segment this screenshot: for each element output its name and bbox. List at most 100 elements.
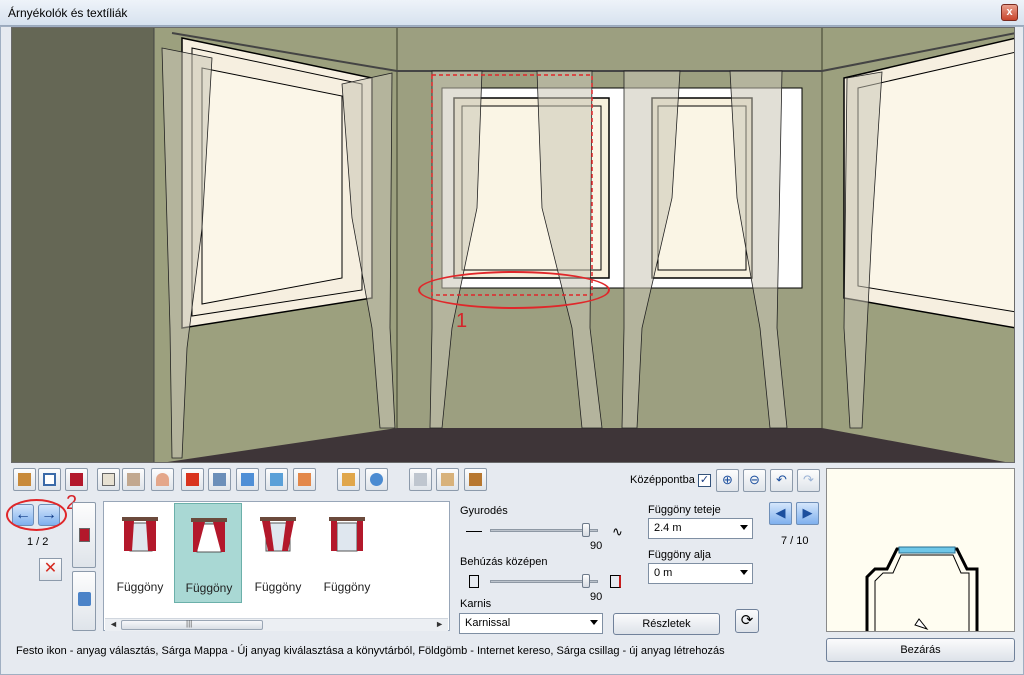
blind-type-button[interactable]: [97, 468, 120, 491]
paint-bucket-button[interactable]: [72, 571, 96, 631]
copy-button[interactable]: [409, 468, 432, 491]
globe-icon: [370, 473, 383, 486]
annotation-ellipse-1: [418, 271, 610, 309]
room-scene: [12, 28, 1014, 462]
material-library-button[interactable]: [337, 468, 360, 491]
arrow-left-icon: ◀: [775, 505, 786, 520]
curtain-type-button[interactable]: [65, 468, 88, 491]
center-checkbox[interactable]: ✓: [698, 474, 711, 487]
picture-icon: [213, 473, 226, 486]
door-icon: [18, 473, 31, 486]
refresh-button[interactable]: ⟳: [735, 609, 759, 633]
behuzas-slider-thumb[interactable]: [582, 574, 590, 588]
scroll-right-arrow[interactable]: ►: [435, 619, 444, 629]
window-icon: [43, 473, 56, 486]
curtain-top-select[interactable]: 2.4 m: [648, 518, 753, 539]
status-hint: Festo ikon - anyag választás, Sárga Mapp…: [16, 645, 725, 657]
behuzas-value: 90: [590, 591, 603, 603]
tieback-icon: [610, 575, 621, 588]
scroll-thumb-grip: |||: [186, 619, 193, 628]
curtain-top-label: Függöny teteje: [648, 504, 721, 516]
shutter-icon: [127, 473, 140, 486]
door-exit-icon: [469, 473, 482, 486]
title-bar: Árnyékolók és textíliák x: [0, 0, 1024, 26]
window-type-button[interactable]: [38, 468, 61, 491]
prev-object-button[interactable]: ◀: [769, 502, 792, 525]
carpet-type-button[interactable]: [236, 468, 259, 491]
window-close-button[interactable]: x: [1001, 4, 1018, 21]
curtain-edit-icon: [79, 528, 90, 542]
curtain-top-value: 2.4 m: [654, 522, 682, 534]
close-button[interactable]: Bezárás: [826, 638, 1015, 662]
folder-icon: [342, 473, 355, 486]
gallery-scrollbar[interactable]: ◄ ||| ►: [105, 618, 448, 631]
karnis-label: Karnis: [460, 598, 492, 610]
redo-icon: ↷: [803, 472, 814, 487]
scroll-left-arrow[interactable]: ◄: [109, 619, 118, 629]
carpet-icon: [241, 473, 254, 486]
lamp-type-button[interactable]: [151, 468, 174, 491]
paste-icon: [441, 473, 454, 486]
window-title: Árnyékolók és textíliák: [8, 6, 128, 20]
cloth-icon: [298, 473, 311, 486]
karnis-select-value: Karnissal: [465, 617, 511, 629]
curtain-gallery: Függöny Függöny Függöny Függöny ◄ ||| ►: [103, 501, 450, 631]
curtain-thumbnail-icon: [329, 517, 365, 552]
cloth-type-button[interactable]: [293, 468, 316, 491]
gallery-item[interactable]: Függöny: [106, 503, 174, 603]
zoom-out-button[interactable]: ⊖: [743, 469, 766, 492]
curtain-thumbnail-icon: [260, 517, 296, 552]
gyurodes-value: 90: [590, 540, 603, 552]
flat-line-icon: [466, 531, 482, 532]
scroll-thumb[interactable]: |||: [121, 619, 263, 630]
gallery-item[interactable]: Függöny: [244, 503, 312, 603]
gallery-item-label: Függöny: [185, 581, 233, 595]
lamp-icon: [156, 473, 169, 486]
annotation-ellipse-2: [6, 499, 67, 531]
chevron-down-icon: [590, 620, 598, 625]
wave-icon: ∿: [612, 524, 623, 539]
gallery-item-label: Függöny: [323, 580, 371, 594]
left-page-counter: 1 / 2: [27, 536, 49, 548]
behuzas-label: Behúzás középen: [460, 556, 548, 568]
curtain-bottom-label: Függöny alja: [648, 549, 711, 561]
chevron-down-icon: [740, 570, 748, 575]
lampshade-type-button[interactable]: [181, 468, 204, 491]
floor-plan-minimap[interactable]: [826, 468, 1015, 632]
delete-button[interactable]: ✕: [39, 558, 62, 581]
lampshade-icon: [186, 473, 199, 486]
curtain-thumbnail-icon: [191, 518, 227, 553]
gyurodes-slider-thumb[interactable]: [582, 523, 590, 537]
floor-plan: [865, 546, 979, 631]
internet-material-button[interactable]: [365, 468, 388, 491]
shutter-type-button[interactable]: [122, 468, 145, 491]
next-object-button[interactable]: ▶: [796, 502, 819, 525]
curtain-icon: [70, 473, 83, 486]
undo-view-button[interactable]: ↶: [770, 469, 793, 492]
arrow-right-icon: ▶: [802, 505, 813, 520]
refresh-icon: ⟳: [740, 612, 754, 629]
zoom-in-button[interactable]: ⊕: [716, 469, 739, 492]
undo-icon: ↶: [776, 472, 787, 487]
door-type-button[interactable]: [13, 468, 36, 491]
paste-button[interactable]: [436, 468, 459, 491]
object-counter: 7 / 10: [781, 535, 809, 547]
gallery-item-label: Függöny: [116, 580, 164, 594]
edit-curtain-button[interactable]: [72, 502, 96, 568]
curtain-thumbnail-icon: [122, 517, 158, 552]
center-label: Középpontba: [630, 474, 695, 486]
curtain-bottom-select[interactable]: 0 m: [648, 563, 753, 584]
gyurodes-label: Gyurodés: [460, 505, 508, 517]
picture-type-button[interactable]: [208, 468, 231, 491]
gallery-item-selected[interactable]: Függöny: [174, 503, 242, 603]
gallery-item[interactable]: Függöny: [313, 503, 381, 603]
rug-type-button[interactable]: [265, 468, 288, 491]
exit-room-button[interactable]: [464, 468, 487, 491]
rug-icon: [270, 473, 283, 486]
curtain-bottom-value: 0 m: [654, 567, 673, 579]
room-3d-viewport[interactable]: [11, 27, 1015, 463]
details-button[interactable]: Részletek: [613, 613, 720, 635]
redo-view-button[interactable]: ↷: [797, 469, 820, 492]
zoom-in-icon: ⊕: [722, 472, 733, 487]
karnis-select[interactable]: Karnissal: [459, 613, 603, 634]
